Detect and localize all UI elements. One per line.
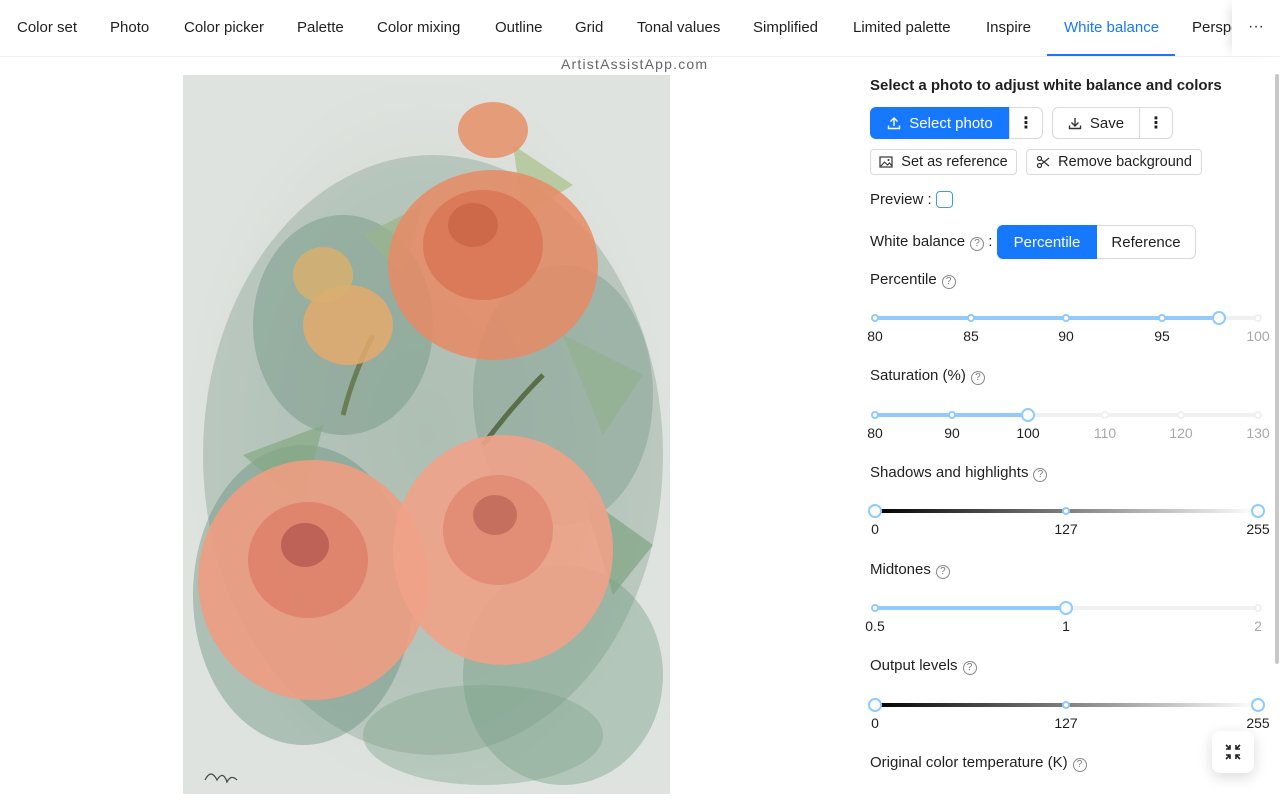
panel-heading: Select a photo to adjust white balance a…: [870, 77, 1222, 94]
tab-color-mixing[interactable]: Color mixing: [377, 0, 460, 56]
question-circle-icon[interactable]: ?: [962, 661, 977, 675]
slider-mark: 255: [1246, 521, 1270, 537]
saturation-label: Saturation (%)?: [870, 367, 985, 385]
midtones-slider[interactable]: 0.5 1 2: [865, 601, 1262, 634]
picture-icon: [879, 156, 893, 168]
white-balance-option-reference[interactable]: Reference: [1097, 225, 1196, 259]
tab-inspire[interactable]: Inspire: [986, 0, 1031, 56]
tab-color-set[interactable]: Color set: [17, 0, 77, 56]
slider-handle-max[interactable]: [1251, 698, 1265, 712]
slider-mark: 0.5: [865, 618, 885, 634]
save-label: Save: [1089, 114, 1125, 132]
slider-mark: 90: [1058, 328, 1074, 344]
slider-mark: 255: [1246, 715, 1270, 731]
select-photo-label: Select photo: [909, 114, 993, 132]
tab-simplified[interactable]: Simplified: [753, 0, 818, 56]
slider-mark: 80: [867, 328, 883, 344]
tab-color-picker[interactable]: Color picker: [184, 0, 264, 56]
tab-limited-palette[interactable]: Limited palette: [853, 0, 951, 56]
scissors-icon: [1036, 155, 1050, 169]
ellipsis-icon[interactable]: ···: [1232, 0, 1280, 56]
slider-mark: 127: [1054, 715, 1078, 731]
slider-mark: 100: [1246, 328, 1270, 344]
panel-scrollbar[interactable]: [1275, 74, 1279, 664]
tab-bar: Color set Photo Color picker Palette Col…: [0, 0, 1280, 57]
white-balance-label: White balance? :: [870, 233, 993, 251]
slider-track: [875, 606, 1066, 610]
set-as-reference-button[interactable]: Set as reference: [870, 149, 1017, 175]
select-photo-button[interactable]: Select photo: [870, 107, 1010, 139]
tab-palette[interactable]: Palette: [297, 0, 344, 56]
percentile-label: Percentile?: [870, 271, 956, 289]
slider-mark: 2: [1254, 618, 1262, 634]
active-tab-indicator: [1047, 54, 1175, 56]
tab-perspective[interactable]: Perspective: [1192, 0, 1232, 56]
set-as-reference-label: Set as reference: [901, 154, 1008, 170]
photo-preview: [183, 75, 670, 794]
output-levels-slider[interactable]: 0 127 255: [868, 698, 1270, 731]
tab-grid[interactable]: Grid: [575, 0, 603, 56]
preview-checkbox[interactable]: [936, 191, 953, 208]
save-more-button[interactable]: ⋮: [1139, 107, 1173, 139]
slider-mark: 0: [871, 521, 879, 537]
midtones-label: Midtones?: [870, 561, 950, 579]
slider-mark: 95: [1154, 328, 1170, 344]
slider-mark: 100: [1016, 425, 1040, 441]
percentile-slider[interactable]: 80 85 90 95 100: [867, 311, 1270, 344]
slider-mark: 85: [963, 328, 979, 344]
question-circle-icon[interactable]: ?: [935, 565, 950, 579]
download-icon: [1068, 118, 1082, 130]
preview-label: Preview :: [870, 191, 932, 208]
upload-icon: [888, 117, 901, 130]
tab-outline[interactable]: Outline: [495, 0, 543, 56]
output-levels-label: Output levels?: [870, 657, 977, 675]
tab-white-balance[interactable]: White balance: [1064, 0, 1159, 56]
shadows-highlights-label: Shadows and highlights?: [870, 464, 1048, 482]
question-circle-icon[interactable]: ?: [1033, 468, 1048, 482]
slider-mark: 120: [1169, 425, 1193, 441]
slider-mark: 80: [867, 425, 883, 441]
slider-handle[interactable]: [1021, 408, 1035, 422]
slider-handle-max[interactable]: [1251, 504, 1265, 518]
slider-mark: 127: [1054, 521, 1078, 537]
slider-mark: 1: [1062, 618, 1070, 634]
question-circle-icon[interactable]: ?: [941, 275, 956, 289]
more-vertical-icon: ⋮: [1018, 115, 1034, 132]
tab-tonal-values[interactable]: Tonal values: [637, 0, 720, 56]
slider-mark: 90: [944, 425, 960, 441]
exit-fullscreen-button[interactable]: [1212, 731, 1254, 773]
select-photo-more-button[interactable]: ⋮: [1009, 107, 1043, 139]
question-circle-icon[interactable]: ?: [970, 237, 985, 251]
saturation-slider[interactable]: 80 90 100 110 120 130: [867, 408, 1270, 441]
remove-background-label: Remove background: [1058, 154, 1192, 170]
compress-icon: [1225, 744, 1241, 760]
slider-handle[interactable]: [1059, 601, 1073, 615]
tab-photo[interactable]: Photo: [110, 0, 149, 56]
slider-handle-min[interactable]: [868, 504, 882, 518]
slider-track: [875, 316, 1219, 320]
color-temperature-label: Original color temperature (K)?: [870, 754, 1087, 772]
slider-handle[interactable]: [1212, 311, 1226, 325]
slider-mark: 130: [1246, 425, 1270, 441]
slider-mark: 110: [1093, 425, 1117, 441]
question-circle-icon[interactable]: ?: [1072, 758, 1087, 772]
slider-mark: 0: [871, 715, 879, 731]
more-vertical-icon: ⋮: [1148, 115, 1164, 132]
tab-list: Color set Photo Color picker Palette Col…: [0, 0, 1232, 56]
watercolor-flowers-image: [183, 75, 670, 794]
remove-background-button[interactable]: Remove background: [1026, 149, 1202, 175]
watermark: ArtistAssistApp.com: [561, 56, 709, 72]
white-balance-option-percentile[interactable]: Percentile: [997, 225, 1097, 259]
save-button[interactable]: Save: [1052, 107, 1140, 139]
question-circle-icon[interactable]: ?: [970, 371, 985, 385]
shadows-highlights-slider[interactable]: 0 127 255: [868, 504, 1270, 537]
slider-handle-min[interactable]: [868, 698, 882, 712]
